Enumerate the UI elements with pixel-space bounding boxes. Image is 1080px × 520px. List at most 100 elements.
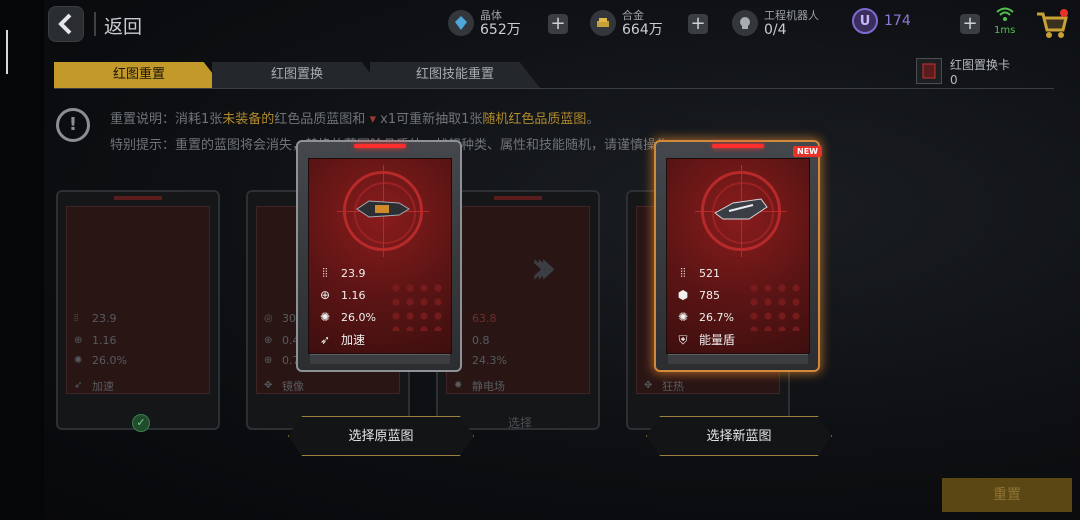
stat-armor: ⬢ 785 <box>675 287 720 303</box>
stat-value: 23.9 <box>341 266 366 280</box>
select-new-button[interactable]: 选择新蓝图 <box>646 416 832 456</box>
card-panel: ⦙⦙ 521 ⬢ 785 ✺ 26.7% ⛨ 能量盾 <box>666 158 810 354</box>
stat-accuracy: ⊕ 1.16 <box>317 287 366 303</box>
add-alloy-button[interactable]: + <box>688 14 708 34</box>
info-highlight: 未装备的 <box>222 112 275 127</box>
burst-icon: ✺ <box>319 310 331 324</box>
stat-value: 30 <box>282 312 296 325</box>
ammo-icon: ⦙⦙ <box>680 266 686 280</box>
resource-robot: 工程机器人 0/4 <box>732 8 819 38</box>
burst-icon: ✺ <box>74 354 83 366</box>
back-label[interactable]: 返回 <box>104 12 142 39</box>
wifi-icon <box>995 7 1014 21</box>
select-label: 选择 <box>508 416 533 430</box>
skill-name: 狂热 <box>662 380 684 393</box>
add-crystal-button[interactable]: + <box>548 14 568 34</box>
stat-value: 1.16 <box>341 288 366 302</box>
cart-icon <box>1037 9 1068 38</box>
boost-icon: ➶ <box>319 332 331 347</box>
info-icon: ! <box>56 108 90 142</box>
new-badge: NEW <box>793 146 822 157</box>
ammo-icon: ⦙⦙ <box>74 312 79 324</box>
info-text: 。 <box>586 112 600 127</box>
stat-crit: ⊕ 0.7 <box>264 354 300 367</box>
info-highlight: 随机红色品质蓝图 <box>482 112 587 127</box>
stat-value: 26.7% <box>699 310 734 324</box>
stat-value: 26.0% <box>341 310 376 324</box>
skill-name: 镜像 <box>282 380 304 393</box>
replace-card-count: 0 <box>950 73 958 87</box>
resource-alloy: 合金 664万 <box>590 8 663 38</box>
select-original-button[interactable]: 选择原蓝图 <box>288 416 474 456</box>
resource-u: U 174 <box>852 8 911 34</box>
stat-value: 785 <box>699 288 720 302</box>
ping-label: 1ms <box>994 25 1016 36</box>
crosshair-icon: ⊕ <box>264 334 273 346</box>
info-line-1: 重置说明：消耗1张未装备的红色品质蓝图和 ▾ x1可重新抽取1张随机红色品质蓝图… <box>110 108 599 127</box>
info-text: x1可重新抽取1张 <box>380 112 483 127</box>
card-cap <box>712 144 764 148</box>
stat-skill: ➶ 加速 <box>317 331 365 348</box>
new-blueprint-card[interactable]: NEW ⦙⦙ 521 ⬢ 785 ✺ 26.7% ⛨ 能量盾 <box>654 140 822 372</box>
resource-crystal: 晶体 652万 <box>448 8 521 38</box>
side-indicator <box>6 30 8 74</box>
stat-value: 23.9 <box>92 312 117 325</box>
crystal-icon <box>448 10 474 36</box>
red-card-icon: ▾ <box>369 112 376 127</box>
skill-name: 静电场 <box>472 380 505 393</box>
crosshair-icon: ⊕ <box>319 288 331 302</box>
burst-icon: ⊕ <box>264 354 273 366</box>
tab-red-reset[interactable]: 红图重置 <box>54 62 224 88</box>
info-text: 重置说明：消耗1张 <box>110 112 223 127</box>
stat-value: 63.8 <box>472 312 497 325</box>
tab-divider <box>54 88 1054 89</box>
resource-value: 652万 <box>480 22 521 38</box>
resource-name: 合金 <box>622 9 644 22</box>
stat-firepower: ◎ 30 <box>264 312 296 325</box>
card-cap <box>494 196 542 200</box>
shield-icon: ⛨ <box>678 332 688 347</box>
skill-icon: ✥ <box>264 380 273 391</box>
card-cap <box>114 196 162 200</box>
replace-card-name: 红图置换卡 <box>950 58 1011 72</box>
burst-icon: ✺ <box>677 310 689 324</box>
shop-cart-button[interactable] <box>1034 8 1070 40</box>
skill-icon: ✥ <box>644 380 653 391</box>
warship-icon <box>356 200 410 218</box>
replace-card-icon <box>916 58 942 84</box>
blueprint-card[interactable]: ⦙⦙ 23.9 ⊕ 1.16 ✺ 26.0% ➶ 加速 ✓ <box>56 190 220 432</box>
u-currency-value: 174 <box>884 13 911 29</box>
stat-firepower: ⦙⦙ 521 <box>675 265 720 281</box>
stat-value: 521 <box>699 266 720 280</box>
skill-name: 加速 <box>341 333 366 347</box>
skill-icon: ✹ <box>454 380 463 391</box>
reset-button[interactable]: 重置 <box>942 478 1072 512</box>
stat-crit: ✺ 26.7% <box>675 309 734 325</box>
stat-skill: ✥ 狂热 <box>644 378 684 394</box>
stat-value: 1.16 <box>92 334 117 347</box>
pattern-dots <box>389 281 445 331</box>
stat-value: 26.0% <box>92 354 127 367</box>
hexagon-cluster-icon: ⬢ <box>677 288 689 302</box>
add-u-button[interactable]: + <box>960 14 980 34</box>
ammo-icon: ◎ <box>264 312 273 324</box>
top-bar: 返回 晶体 652万 + 合金 664万 + 工程机器人 0/4 U 174 + <box>44 0 1080 52</box>
stat-value: 0.8 <box>472 334 490 347</box>
ammo-icon: ⦙⦙ <box>322 266 328 280</box>
original-blueprint-card[interactable]: ⦙⦙ 23.9 ⊕ 1.16 ✺ 26.0% ➶ 加速 <box>296 140 462 372</box>
back-button[interactable] <box>48 6 84 42</box>
card-base <box>310 354 450 364</box>
selected-check-icon: ✓ <box>132 414 150 432</box>
resource-name: 晶体 <box>480 9 502 22</box>
skill-name: 能量盾 <box>699 333 736 347</box>
stat-skill: ✹ 静电场 <box>454 378 505 394</box>
tab-red-replace[interactable]: 红图置换 <box>212 62 382 88</box>
replace-card-info: 红图置换卡 0 <box>916 58 1010 88</box>
stat-crit: ✺ 26.0% <box>74 354 127 367</box>
info-text: 红色品质蓝图和 <box>274 112 366 127</box>
pattern-dots <box>747 281 803 331</box>
card-base <box>668 354 808 364</box>
side-bar <box>0 0 44 520</box>
network-status: 1ms <box>994 6 1015 36</box>
tab-red-skill-reset[interactable]: 红图技能重置 <box>370 62 540 88</box>
